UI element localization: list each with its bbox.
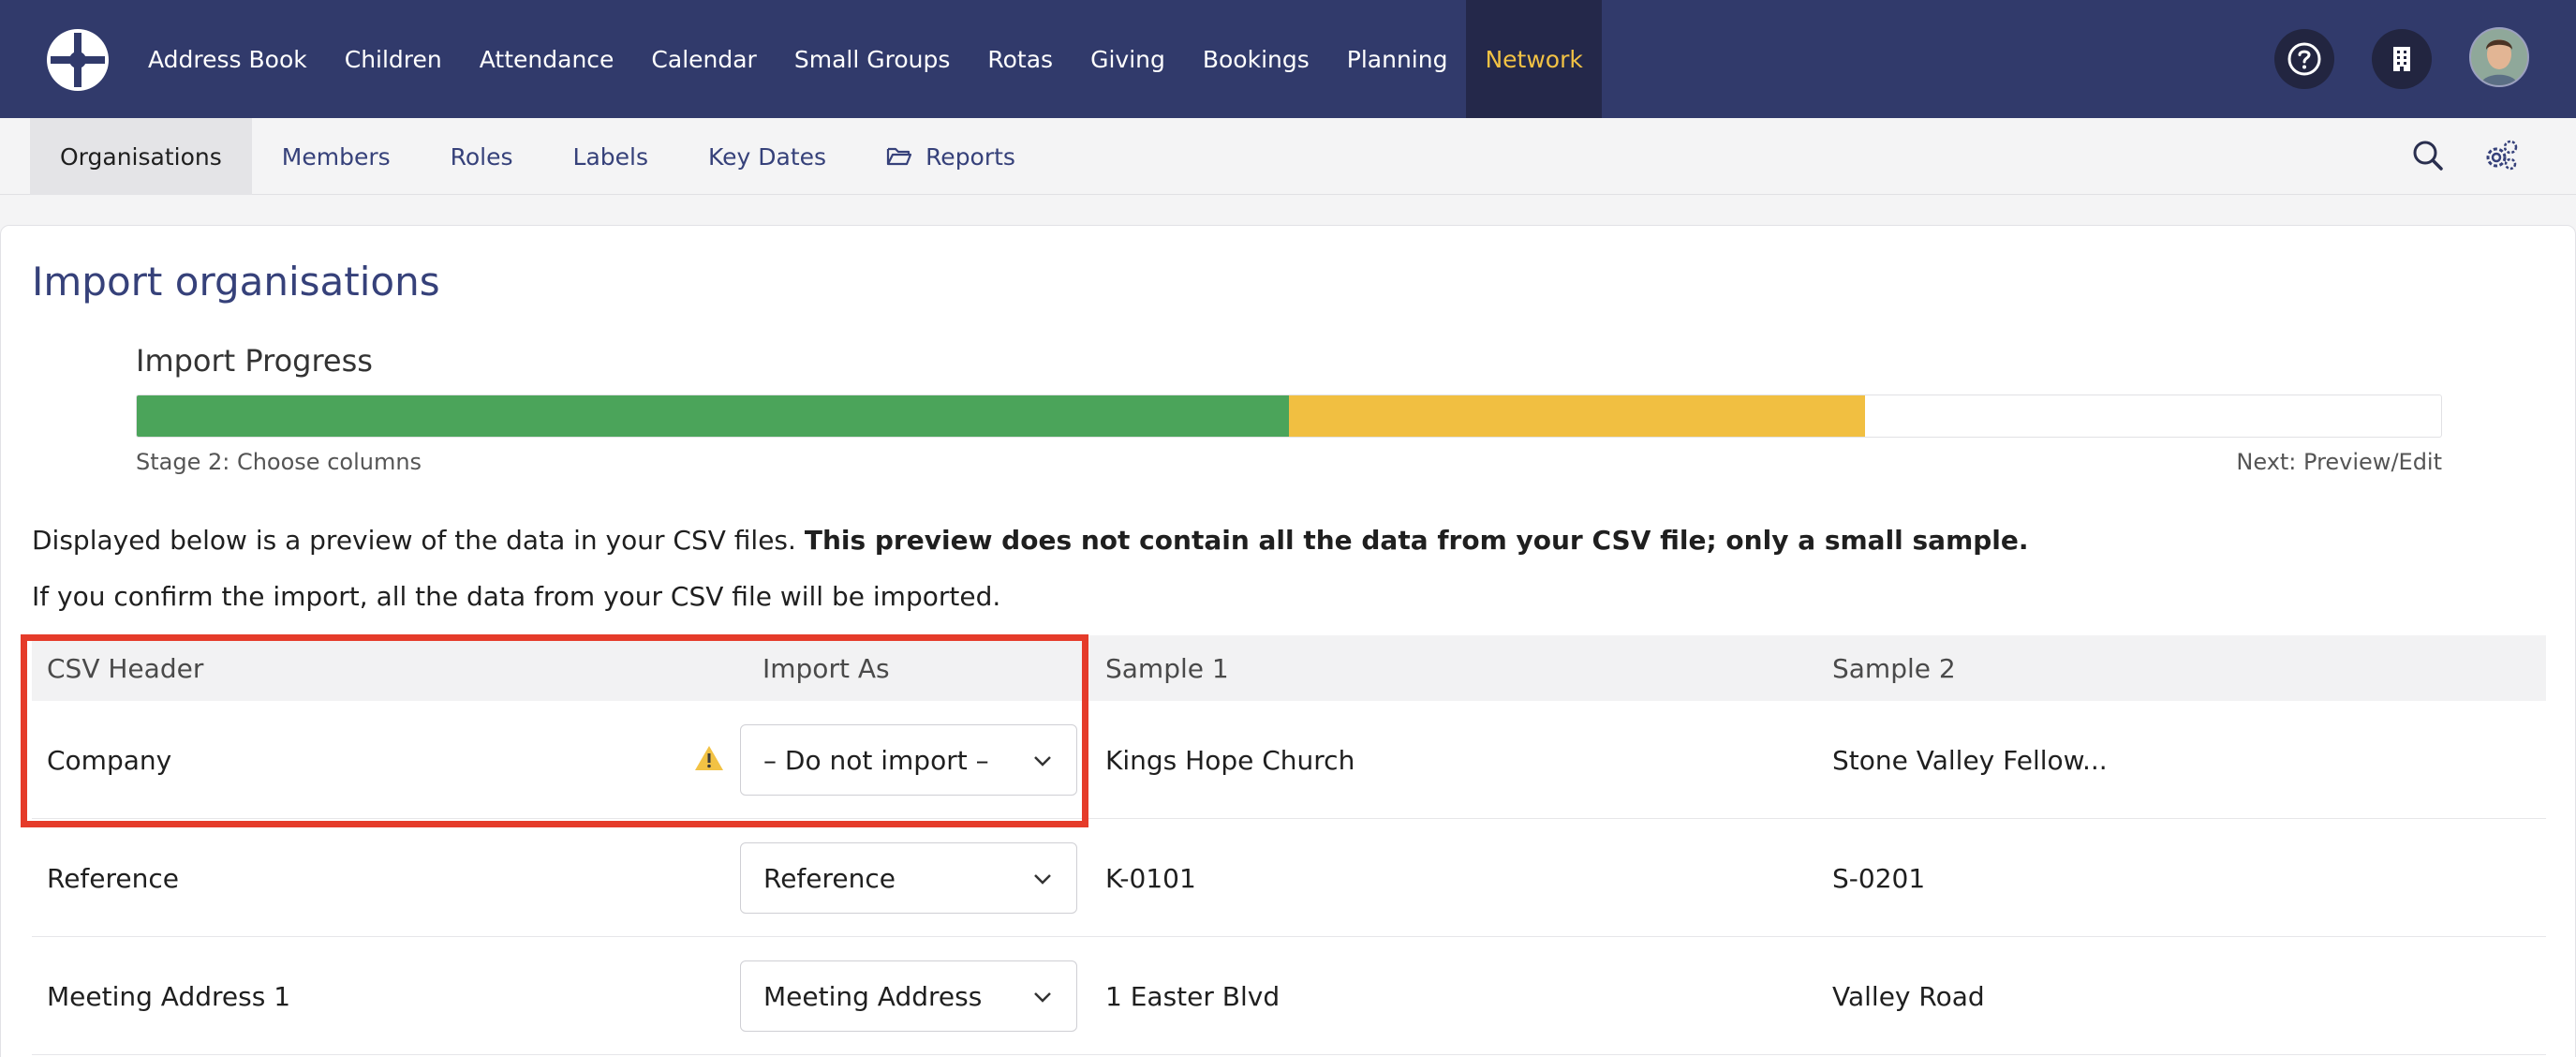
progress-label: Import Progress	[136, 343, 373, 379]
nav-item-bookings[interactable]: Bookings	[1184, 0, 1328, 118]
table-row: Meeting Address 1 Meeting Address 1 East…	[32, 937, 2546, 1055]
help-icon[interactable]	[2274, 29, 2334, 89]
confirm-description: If you confirm the import, all the data …	[32, 581, 1001, 612]
highlight-box	[21, 634, 1088, 827]
tab-label: Reports	[925, 142, 1015, 171]
nav-item-giving[interactable]: Giving	[1072, 0, 1184, 118]
nav-item-attendance[interactable]: Attendance	[461, 0, 633, 118]
sample-1-cell: K-0101	[1105, 862, 1196, 894]
sample-2-cell: S-0201	[1832, 862, 1926, 894]
preview-description: Displayed below is a preview of the data…	[32, 525, 2029, 556]
tab-label: Organisations	[60, 142, 222, 171]
sample-2-cell: Stone Valley Fellow...	[1832, 744, 2108, 776]
tab-labels[interactable]: Labels	[543, 118, 678, 195]
user-avatar[interactable]	[2469, 27, 2529, 87]
tab-label: Members	[281, 142, 391, 171]
progress-current-segment	[1289, 395, 1865, 437]
import-as-select[interactable]: Reference	[740, 842, 1077, 914]
table-row: Reference Reference K-0101 S-0201	[32, 819, 2546, 937]
page-title: Import organisations	[32, 259, 440, 305]
sample-1-cell: Kings Hope Church	[1105, 744, 1355, 776]
search-icon[interactable]	[2409, 137, 2447, 174]
nav-item-rotas[interactable]: Rotas	[969, 0, 1072, 118]
tab-label: Roles	[450, 142, 513, 171]
progress-completed-segment	[137, 395, 1289, 437]
folder-open-icon	[886, 147, 912, 166]
sub-nav-bar: Organisations Members Roles Labels Key D…	[0, 118, 2576, 195]
csv-header-cell: Meeting Address 1	[47, 980, 291, 1012]
sample-2-cell: Valley Road	[1832, 980, 1985, 1012]
import-as-value: Meeting Address	[763, 980, 983, 1012]
logo-icon[interactable]	[45, 27, 111, 93]
nav-item-calendar[interactable]: Calendar	[632, 0, 775, 118]
building-icon[interactable]	[2372, 29, 2432, 89]
next-stage-label: Next: Preview/Edit	[2236, 449, 2442, 475]
nav-item-address-book[interactable]: Address Book	[129, 0, 326, 118]
import-progress-bar	[136, 395, 2442, 438]
chevron-down-icon	[1034, 874, 1051, 885]
chevron-down-icon	[1034, 992, 1051, 1003]
tab-label: Labels	[572, 142, 648, 171]
tab-reports[interactable]: Reports	[856, 118, 1045, 195]
tab-key-dates[interactable]: Key Dates	[678, 118, 856, 195]
nav-item-planning[interactable]: Planning	[1328, 0, 1467, 118]
import-as-value: Reference	[763, 862, 896, 894]
nav-item-small-groups[interactable]: Small Groups	[776, 0, 970, 118]
tab-roles[interactable]: Roles	[421, 118, 543, 195]
nav-item-network[interactable]: Network	[1466, 0, 1602, 118]
current-stage-label: Stage 2: Choose columns	[136, 449, 422, 475]
sample-1-cell: 1 Easter Blvd	[1105, 980, 1281, 1012]
column-header-sample-1: Sample 1	[1105, 652, 1229, 684]
tab-organisations[interactable]: Organisations	[30, 118, 252, 195]
column-header-sample-2: Sample 2	[1832, 652, 1956, 684]
preview-description-text: Displayed below is a preview of the data…	[32, 525, 796, 556]
import-as-select[interactable]: Meeting Address	[740, 960, 1077, 1032]
csv-header-cell: Reference	[47, 862, 179, 894]
tab-members[interactable]: Members	[252, 118, 421, 195]
nav-item-children[interactable]: Children	[326, 0, 461, 118]
tab-label: Key Dates	[708, 142, 827, 171]
preview-warning-text: This preview does not contain all the da…	[804, 525, 2029, 556]
top-nav-bar: Address Book Children Attendance Calenda…	[0, 0, 2576, 118]
settings-gears-icon[interactable]	[2482, 137, 2520, 174]
